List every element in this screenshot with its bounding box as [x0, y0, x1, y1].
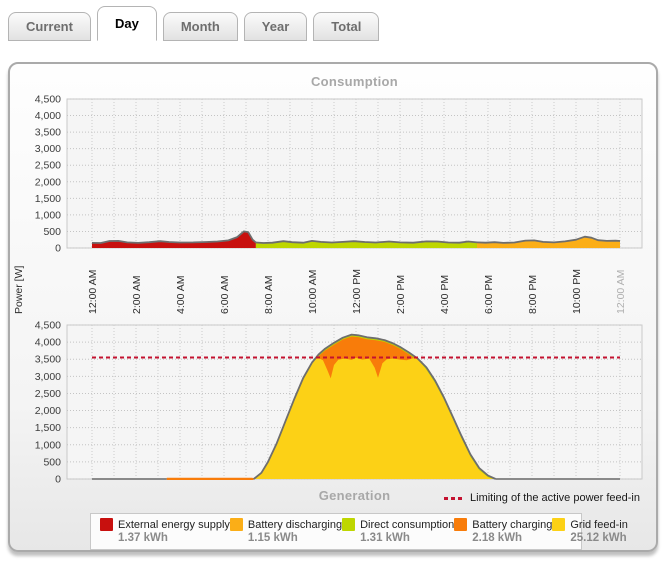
svg-text:2:00 PM: 2:00 PM — [395, 275, 407, 314]
svg-text:1,500: 1,500 — [35, 193, 61, 205]
svg-text:2,500: 2,500 — [35, 160, 61, 172]
legend-item-battery-charging: Battery charging 2.18 kWh — [454, 518, 552, 545]
svg-text:3,000: 3,000 — [35, 143, 61, 155]
svg-text:4:00 AM: 4:00 AM — [175, 275, 187, 314]
svg-text:2,000: 2,000 — [35, 176, 61, 188]
svg-text:6:00 PM: 6:00 PM — [483, 275, 495, 314]
svg-text:10:00 PM: 10:00 PM — [571, 269, 583, 314]
legend-value: 25.12 kWh — [570, 532, 627, 544]
tab-year[interactable]: Year — [244, 12, 307, 41]
grid-feed-in-swatch-icon — [552, 518, 565, 531]
legend-item-external-energy-supply: External energy supply 1.37 kWh — [100, 518, 230, 545]
svg-text:2:00 AM: 2:00 AM — [131, 275, 143, 314]
svg-text:1,000: 1,000 — [35, 439, 61, 451]
svg-text:12:00 AM: 12:00 AM — [87, 270, 99, 314]
svg-text:12:00 PM: 12:00 PM — [351, 269, 363, 314]
svg-text:4,000: 4,000 — [35, 110, 61, 122]
svg-text:3,000: 3,000 — [35, 371, 61, 383]
charts-canvas: 0 500 1,000 1,500 2,000 2,500 3,000 3,500 4,000 4… — [10, 64, 656, 550]
legend-item-direct-consumption: Direct consumption 1.31 kWh — [342, 518, 454, 545]
tab-day[interactable]: Day — [97, 6, 157, 41]
tab-month[interactable]: Month — [163, 12, 238, 41]
tab-total[interactable]: Total — [313, 12, 379, 41]
svg-text:0: 0 — [55, 474, 61, 486]
limit-legend: Limiting of the active power feed-in — [444, 492, 640, 504]
battery-discharging-swatch-icon — [230, 518, 243, 531]
generation-chart: 0 500 1,000 1,500 2,000 2,500 3,000 3,500 4,000 4… — [35, 320, 642, 486]
svg-text:4,500: 4,500 — [35, 94, 61, 106]
svg-text:10:00 AM: 10:00 AM — [307, 270, 319, 314]
chart-panel: Consumption 05001,0001,5002,0002,5003,00… — [8, 62, 658, 552]
legend-value: 2.18 kWh — [472, 532, 552, 544]
legend-value: 1.31 kWh — [360, 532, 454, 544]
y-axis-title: Power [W] — [13, 265, 25, 314]
svg-text:1,500: 1,500 — [35, 422, 61, 434]
legend-item-grid-feed-in: Grid feed-in 25.12 kWh — [552, 518, 627, 545]
svg-text:4,000: 4,000 — [35, 337, 61, 349]
limit-dash-icon — [444, 497, 464, 500]
direct-consumption-swatch-icon — [342, 518, 355, 531]
svg-text:1,000: 1,000 — [35, 209, 61, 221]
svg-text:500: 500 — [43, 456, 61, 468]
legend-label: External energy supply — [118, 519, 230, 531]
svg-text:8:00 PM: 8:00 PM — [527, 275, 539, 314]
legend-label: Battery charging — [472, 519, 552, 531]
svg-text:6:00 AM: 6:00 AM — [219, 275, 231, 314]
svg-text:2,500: 2,500 — [35, 388, 61, 400]
svg-text:2,000: 2,000 — [35, 405, 61, 417]
legend-label: Grid feed-in — [570, 519, 627, 531]
external-energy-supply-swatch-icon — [100, 518, 113, 531]
tab-current[interactable]: Current — [8, 12, 91, 41]
legend-label: Battery discharging — [248, 519, 342, 531]
limit-legend-label: Limiting of the active power feed-in — [470, 492, 640, 504]
svg-text:8:00 AM: 8:00 AM — [263, 275, 275, 314]
consumption-chart: 0 500 1,000 1,500 2,000 2,500 3,000 3,500 4,000 4… — [35, 94, 642, 255]
battery-charging-swatch-icon — [454, 518, 467, 531]
tab-bar: Current Day Month Year Total — [8, 5, 379, 41]
chart-legend: External energy supply 1.37 kWh Battery … — [90, 513, 582, 550]
x-axis-labels: 12:00 AM 2:00 AM 4:00 AM 6:00 AM 8:00 AM 10:0… — [87, 269, 627, 314]
svg-text:3,500: 3,500 — [35, 127, 61, 139]
legend-value: 1.15 kWh — [248, 532, 342, 544]
svg-text:0: 0 — [55, 243, 61, 255]
legend-value: 1.37 kWh — [118, 532, 230, 544]
svg-text:500: 500 — [43, 226, 61, 238]
svg-text:3,500: 3,500 — [35, 354, 61, 366]
legend-label: Direct consumption — [360, 519, 454, 531]
svg-text:4,500: 4,500 — [35, 320, 61, 332]
svg-text:4:00 PM: 4:00 PM — [439, 275, 451, 314]
svg-text:12:00 AM: 12:00 AM — [615, 270, 627, 314]
legend-item-battery-discharging: Battery discharging 1.15 kWh — [230, 518, 342, 545]
